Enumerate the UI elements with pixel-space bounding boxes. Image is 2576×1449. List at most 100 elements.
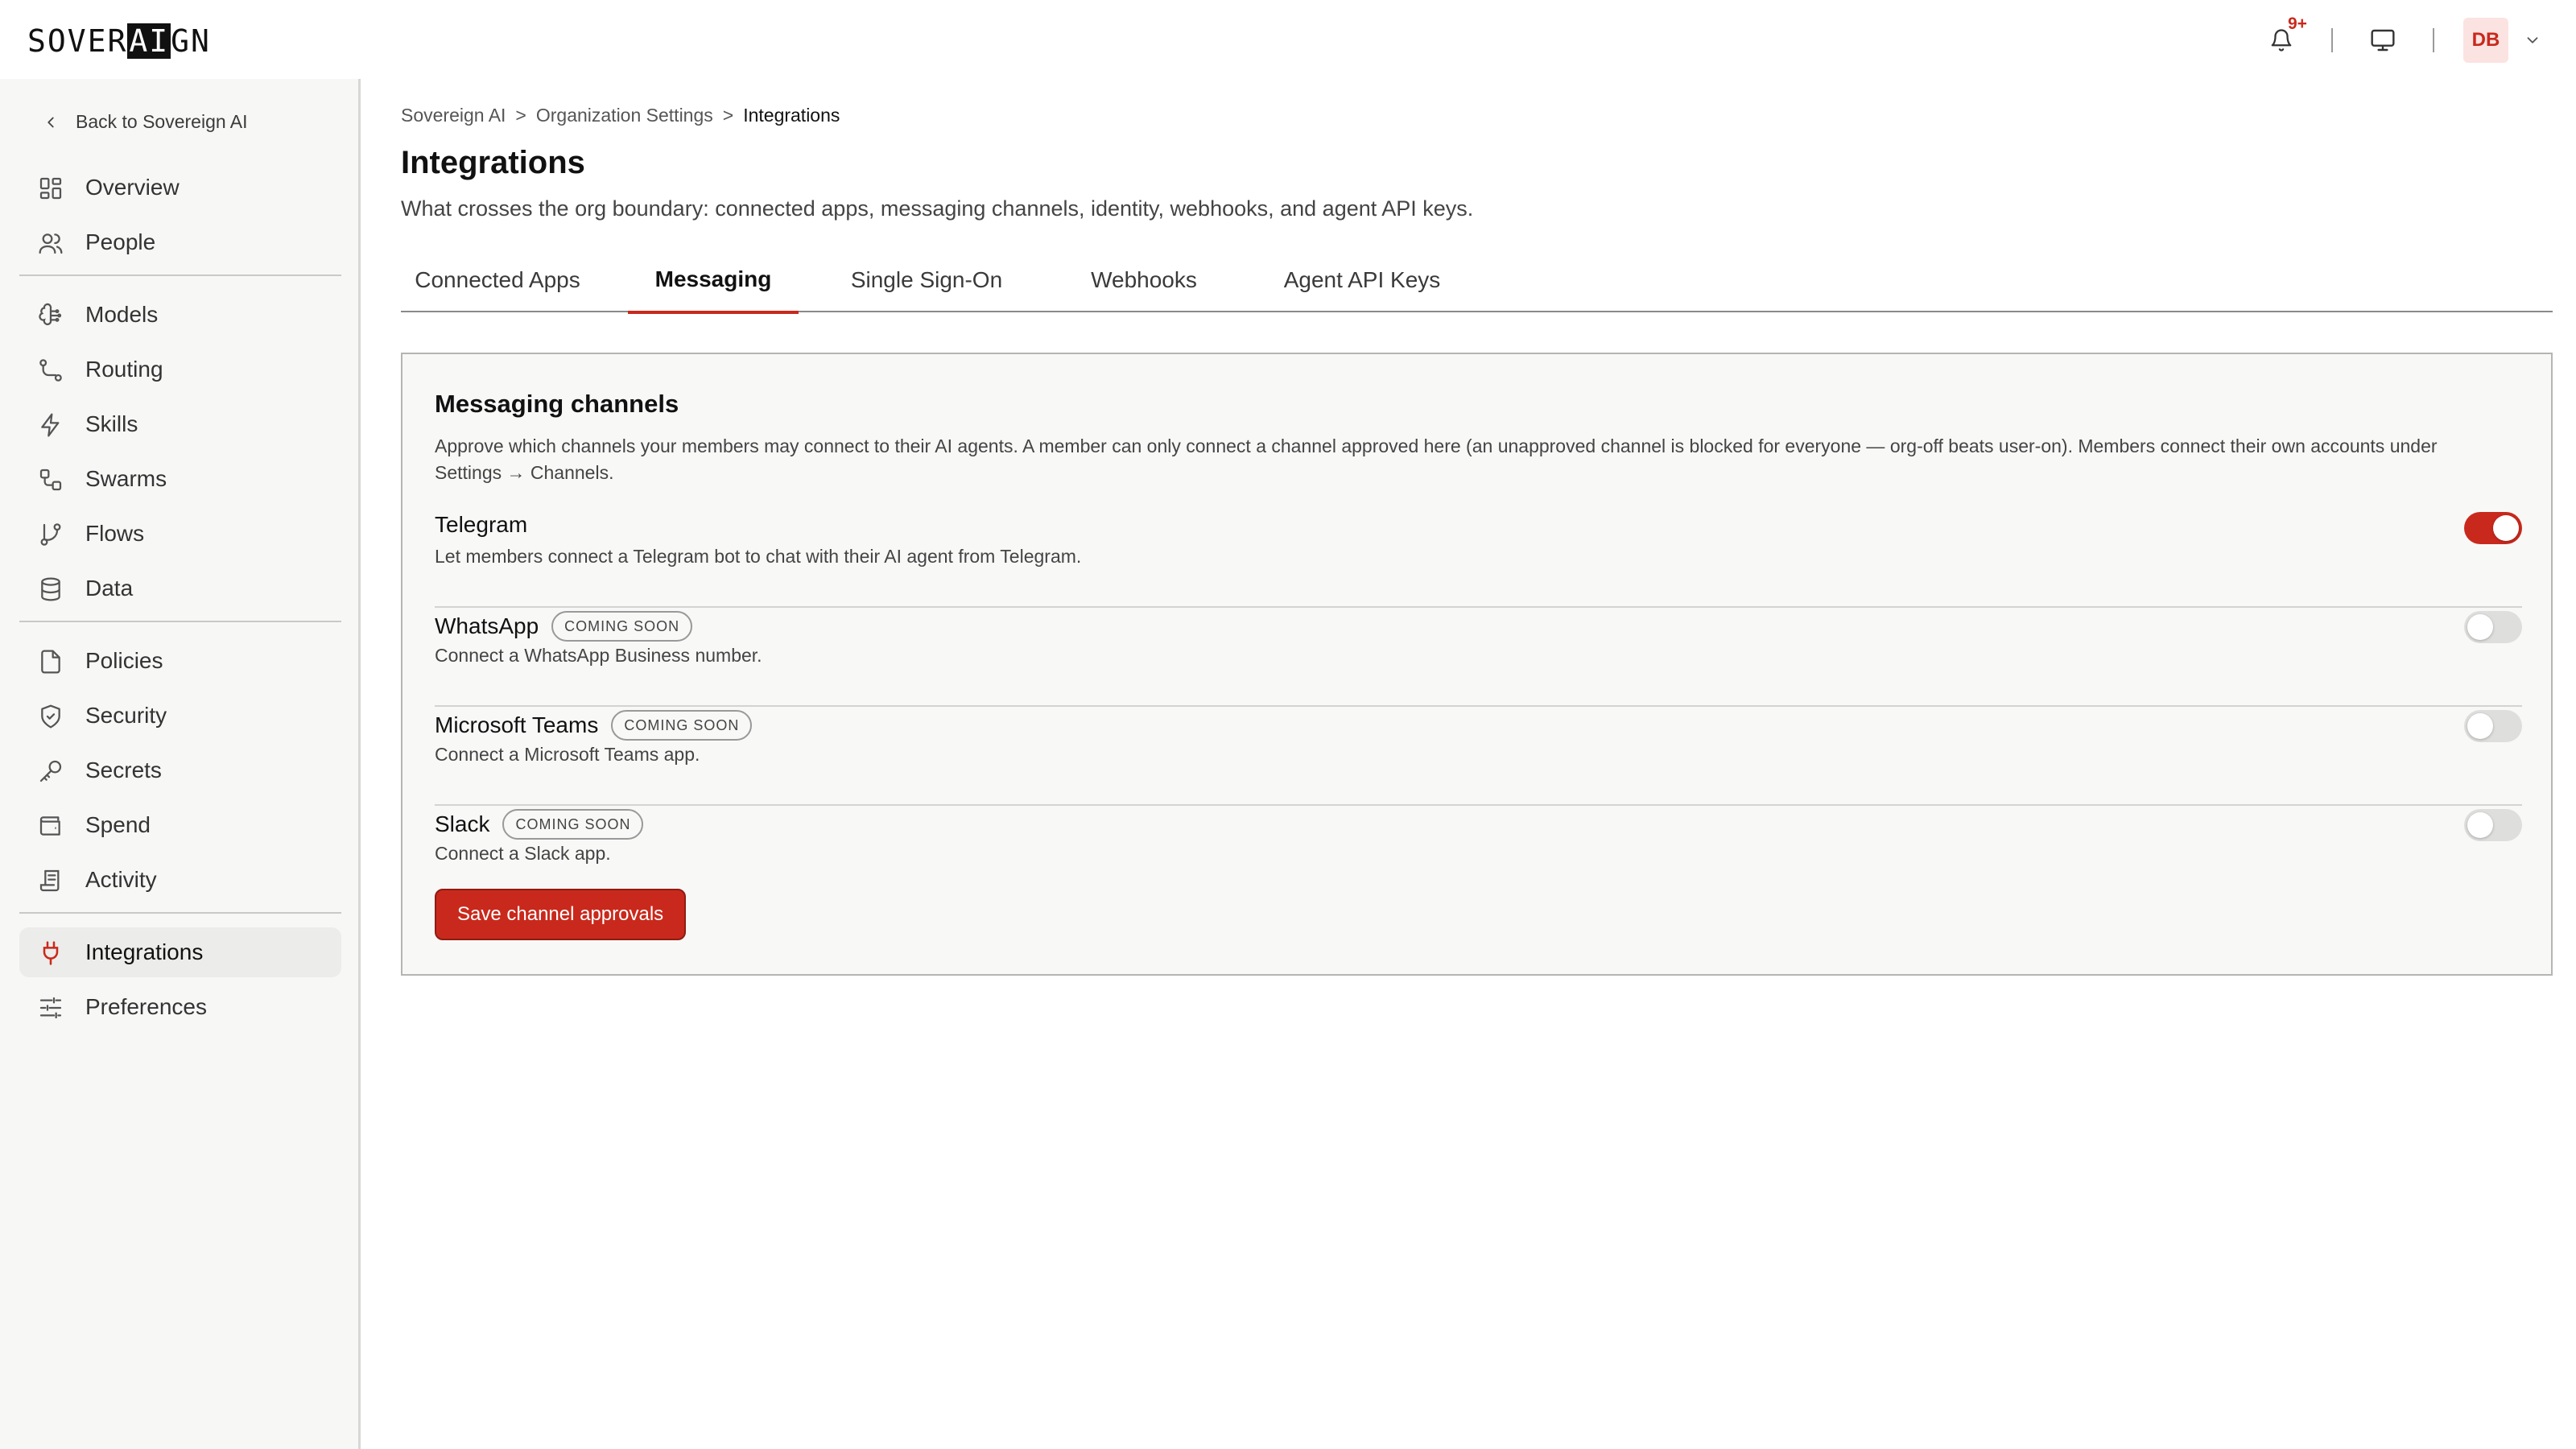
brand-highlight: AI (127, 23, 171, 59)
whatsapp-toggle[interactable] (2464, 611, 2522, 643)
topbar-divider (2433, 28, 2434, 52)
breadcrumb-current: Integrations (743, 105, 840, 126)
branch-icon (37, 521, 64, 548)
avatar[interactable]: DB (2463, 18, 2508, 63)
sliders-icon (37, 994, 64, 1022)
telegram-toggle[interactable] (2464, 512, 2522, 544)
messaging-channels-card: Messaging channels Approve which channel… (401, 353, 2553, 976)
toggle-knob (2493, 515, 2519, 541)
sidebar: Back to Sovereign AI Overview People Mod… (0, 79, 361, 1449)
sidebar-item-secrets[interactable]: Secrets (19, 745, 341, 795)
back-link-label: Back to Sovereign AI (76, 111, 248, 132)
sidebar-item-routing[interactable]: Routing (19, 345, 341, 394)
sidebar-item-label: People (85, 229, 156, 254)
channel-description: Connect a Slack app. (435, 843, 611, 864)
sidebar-item-overview[interactable]: Overview (19, 163, 341, 213)
brain-icon (37, 302, 64, 329)
account-menu-button[interactable] (2521, 29, 2544, 52)
section-description: Approve which channels your members may … (435, 436, 2438, 483)
sidebar-item-policies[interactable]: Policies (19, 636, 341, 686)
tab-agent-api-keys[interactable]: Agent API Keys (1256, 248, 1468, 312)
top-right-controls: 9+ DB (2260, 14, 2544, 63)
sidebar-divider (19, 912, 341, 914)
channel-description: Connect a WhatsApp Business number. (435, 645, 762, 666)
channel-row-microsoft-teams: Microsoft Teams COMING SOON Connect a Mic… (435, 707, 2522, 806)
channel-description: Let members connect a Telegram bot to ch… (435, 546, 1082, 567)
breadcrumb-separator: > (722, 105, 734, 126)
log-icon (37, 867, 64, 894)
key-icon (37, 758, 64, 785)
sidebar-item-label: Preferences (85, 994, 207, 1019)
swarm-icon (37, 466, 64, 493)
channel-name: Telegram (435, 512, 528, 537)
tab-webhooks[interactable]: Webhooks (1056, 248, 1232, 312)
chevron-down-icon (2527, 37, 2538, 43)
coming-soon-badge: COMING SOON (502, 809, 644, 840)
sidebar-item-label: Data (85, 576, 134, 601)
channel-row-slack: Slack COMING SOON Connect a Slack app. (435, 806, 2522, 870)
breadcrumb-link-root[interactable]: Sovereign AI (401, 105, 506, 126)
sidebar-item-swarms[interactable]: Swarms (19, 454, 341, 504)
channel-row-telegram: Telegram Let members connect a Telegram … (435, 509, 2522, 608)
wallet-icon (37, 812, 64, 840)
microsoft-teams-toggle[interactable] (2464, 710, 2522, 742)
sidebar-item-models[interactable]: Models (19, 290, 341, 340)
topbar-divider (2331, 28, 2333, 52)
sidebar-item-data[interactable]: Data (19, 564, 341, 613)
sidebar-item-label: Skills (85, 411, 138, 436)
channel-row-whatsapp: WhatsApp COMING SOON Connect a WhatsApp B… (435, 608, 2522, 707)
coming-soon-badge: COMING SOON (611, 710, 753, 741)
people-icon (37, 229, 64, 257)
breadcrumb: Sovereign AI > Organization Settings > I… (401, 105, 840, 126)
channel-name: Microsoft Teams (435, 712, 599, 737)
sidebar-item-label: Policies (85, 648, 163, 673)
notification-count-badge: 9+ (2288, 14, 2307, 33)
section-title: Messaging channels (435, 390, 679, 418)
coming-soon-badge: COMING SOON (551, 611, 693, 642)
sidebar-item-label: Routing (85, 357, 163, 382)
database-icon (37, 576, 64, 603)
lightning-icon (37, 411, 64, 439)
sidebar-item-activity[interactable]: Activity (19, 855, 341, 905)
page-title: Integrations (401, 145, 585, 180)
tab-bar: Connected Apps Messaging Single Sign-On … (401, 248, 2553, 314)
sidebar-divider (19, 621, 341, 622)
save-channel-approvals-button[interactable]: Save channel approvals (435, 889, 687, 940)
grid-icon (37, 175, 64, 202)
sidebar-item-label: Swarms (85, 466, 167, 491)
main-content: Sovereign AI > Organization Settings > I… (363, 79, 2576, 1449)
sidebar-item-spend[interactable]: Spend (19, 800, 341, 850)
channel-description: Connect a Microsoft Teams app. (435, 744, 700, 765)
channel-name: WhatsApp (435, 613, 539, 638)
toggle-knob (2467, 812, 2493, 838)
sidebar-item-label: Activity (85, 867, 157, 892)
monitor-icon (2371, 29, 2395, 52)
shield-icon (37, 703, 64, 730)
sidebar-item-people[interactable]: People (19, 217, 341, 267)
sidebar-item-label: Models (85, 302, 159, 327)
sidebar-item-label: Spend (85, 812, 151, 837)
brand-prefix: SOVER (27, 23, 128, 59)
breadcrumb-link-parent[interactable]: Organization Settings (536, 105, 713, 126)
notifications-button[interactable]: 9+ (2260, 14, 2307, 61)
chevron-left-icon (47, 117, 54, 127)
sidebar-item-security[interactable]: Security (19, 691, 341, 741)
sidebar-divider (19, 275, 341, 276)
back-link[interactable]: Back to Sovereign AI (42, 111, 248, 133)
sidebar-item-integrations[interactable]: Integrations (19, 927, 341, 977)
display-button[interactable] (2362, 19, 2404, 61)
toggle-knob (2467, 713, 2493, 739)
plug-icon (37, 939, 64, 967)
sidebar-item-preferences[interactable]: Preferences (19, 982, 341, 1032)
slack-toggle[interactable] (2464, 809, 2522, 841)
channel-name: Slack (435, 811, 490, 836)
tab-messaging[interactable]: Messaging (628, 248, 799, 314)
routing-icon (37, 357, 64, 384)
sidebar-item-flows[interactable]: Flows (19, 509, 341, 559)
top-bar: SOVER AI GN 9+ DB (0, 0, 2576, 79)
brand-logo[interactable]: SOVER AI GN (27, 21, 211, 61)
tab-single-sign-on[interactable]: Single Sign-On (821, 248, 1032, 312)
sidebar-item-label: Security (85, 703, 167, 728)
sidebar-item-skills[interactable]: Skills (19, 399, 341, 449)
tab-connected-apps[interactable]: Connected Apps (401, 248, 594, 312)
